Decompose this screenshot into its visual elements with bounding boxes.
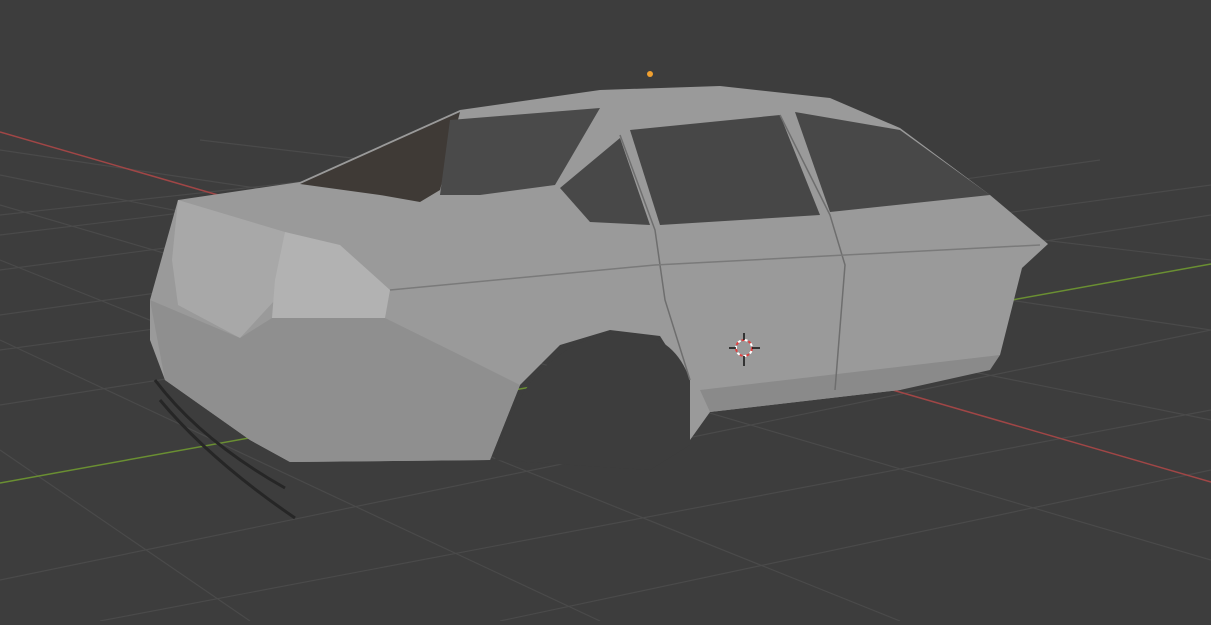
car-body-model[interactable] <box>150 86 1048 520</box>
viewport-canvas[interactable] <box>0 0 1211 622</box>
origin-dot-icon[interactable] <box>647 71 653 77</box>
3d-viewport[interactable] <box>0 0 1211 622</box>
